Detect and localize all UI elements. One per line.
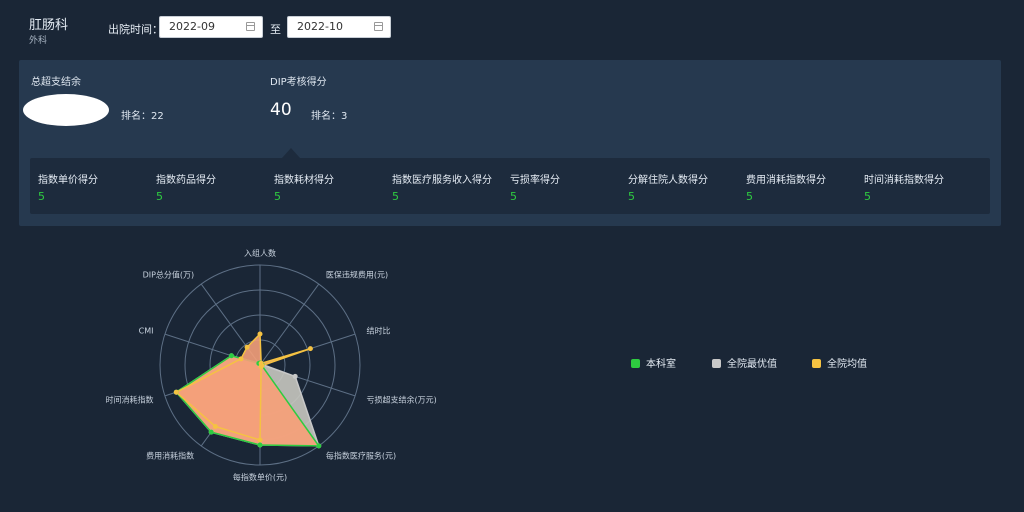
date-to-input[interactable]: 2022-10 — [287, 16, 391, 38]
radar-data-point — [212, 423, 218, 429]
radar-axis-label: 时间消耗指数 — [105, 395, 153, 405]
score-value: 5 — [510, 190, 517, 203]
radar-axis-label: CMI — [139, 326, 154, 335]
department-subtitle: 外科 — [29, 36, 48, 46]
score-item: 指数单价得分 5 — [38, 171, 98, 203]
score-item: 指数医疗服务收入得分 5 — [392, 171, 492, 203]
radar-axis-label: 每指数单价(元) — [233, 472, 287, 482]
score-value: 5 — [864, 190, 871, 203]
radar-data-point — [257, 442, 263, 448]
score-item: 分解住院人数得分 5 — [628, 171, 708, 203]
score-item: 指数药品得分 5 — [156, 171, 216, 203]
radar-data-point — [228, 353, 234, 359]
total-surplus-label: 总超支结余 — [31, 77, 81, 88]
radar-axis-label: 亏损超支结余(万元) — [367, 395, 437, 405]
radar-chart: 入组人数医保违规费用(元) 结时比亏损超支结余(万元) 每指数医疗服务(元) 每指数单… — [105, 248, 437, 482]
discharge-date-label: 出院时间： — [108, 23, 163, 36]
radar-data-point — [257, 331, 263, 337]
pointer-caret — [282, 148, 300, 158]
radar-data-point — [307, 346, 313, 352]
score-value: 5 — [392, 190, 399, 203]
legend-item-hospital-avg[interactable]: 全院均值 — [812, 355, 867, 370]
legend-swatch — [812, 359, 821, 368]
score-value: 5 — [156, 190, 163, 203]
legend-label: 全院最优值 — [727, 359, 777, 370]
radar-axis-label: 入组人数 — [244, 248, 276, 258]
calendar-icon — [374, 22, 383, 31]
summary-panel: 总超支结余 排名：22 DIP考核得分 40 排名：3 指数单价得分 5 指数药… — [19, 60, 1001, 226]
date-from-input[interactable]: 2022-09 — [159, 16, 263, 38]
radar-data-point — [316, 443, 322, 449]
radar-data-point — [257, 437, 263, 443]
dip-score-label: DIP考核得分 — [270, 77, 327, 88]
score-item: 费用消耗指数得分 5 — [746, 171, 826, 203]
score-item: 指数耗材得分 5 — [274, 171, 334, 203]
department-name: 肛肠科 — [29, 18, 69, 33]
radar-axis-label: DIP总分值(万) — [143, 269, 195, 279]
radar-data-point — [238, 356, 244, 362]
score-label: 时间消耗指数得分 — [864, 175, 944, 186]
score-label: 指数单价得分 — [38, 175, 98, 186]
radar-data-point — [244, 344, 250, 350]
legend-label: 本科室 — [646, 359, 676, 370]
score-label: 分解住院人数得分 — [628, 175, 708, 186]
legend-item-dept[interactable]: 本科室 — [631, 355, 676, 370]
dip-score-value: 40 — [270, 100, 292, 120]
radar-axis-label: 结时比 — [367, 325, 391, 335]
score-value: 5 — [628, 190, 635, 203]
radar-axis-label: 每指数医疗服务(元) — [326, 451, 396, 461]
calendar-icon — [246, 22, 255, 31]
score-breakdown: 指数单价得分 5 指数药品得分 5 指数耗材得分 5 指数医疗服务收入得分 5 … — [30, 158, 990, 214]
legend-label: 全院均值 — [827, 359, 867, 370]
radar-axis-label: 医保违规费用(元) — [326, 269, 388, 279]
dip-score-rank: 排名：3 — [311, 111, 348, 122]
radar-data-point — [173, 389, 179, 395]
score-value: 5 — [746, 190, 753, 203]
radar-data-point — [292, 373, 298, 379]
score-label: 亏损率得分 — [510, 175, 560, 186]
radar-axis-label: 费用消耗指数 — [146, 451, 194, 461]
total-surplus-value-mask — [23, 94, 109, 126]
legend-swatch — [631, 359, 640, 368]
total-surplus-rank: 排名：22 — [121, 111, 164, 122]
score-label: 费用消耗指数得分 — [746, 175, 826, 186]
score-item: 亏损率得分 5 — [510, 171, 560, 203]
date-to-value: 2022-10 — [297, 20, 343, 33]
score-value: 5 — [38, 190, 45, 203]
radar-data-point — [208, 429, 214, 435]
score-value: 5 — [274, 190, 281, 203]
score-label: 指数耗材得分 — [274, 175, 334, 186]
legend-swatch — [712, 359, 721, 368]
legend-item-hospital-best[interactable]: 全院最优值 — [712, 355, 777, 370]
date-separator: 至 — [270, 23, 281, 36]
date-from-value: 2022-09 — [169, 20, 215, 33]
radar-data-point — [258, 364, 264, 370]
score-label: 指数医疗服务收入得分 — [392, 175, 492, 186]
score-label: 指数药品得分 — [156, 175, 216, 186]
score-item: 时间消耗指数得分 5 — [864, 171, 944, 203]
